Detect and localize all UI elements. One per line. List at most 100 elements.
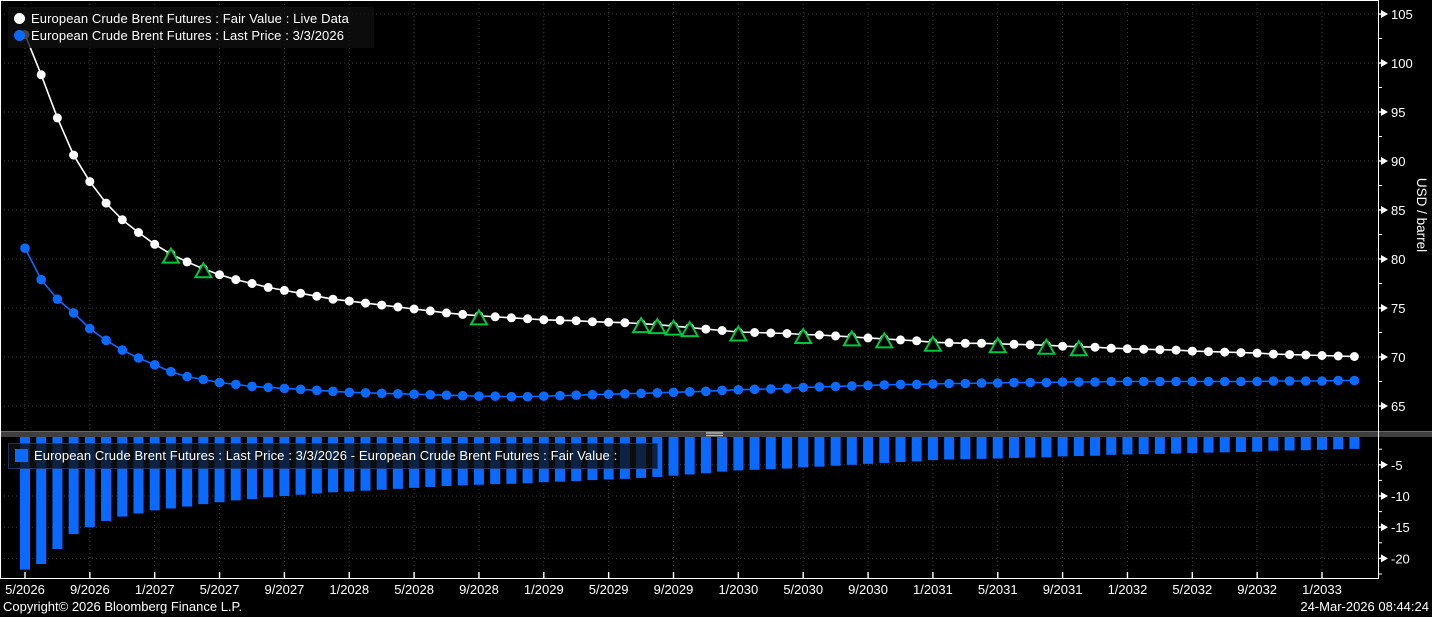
spread-bar[interactable] xyxy=(1236,437,1246,452)
fair-value-point[interactable] xyxy=(1204,347,1213,356)
spread-bar[interactable] xyxy=(1220,437,1230,452)
spread-panel-legend[interactable]: European Crude Brent Futures : Last Pric… xyxy=(8,443,658,469)
fair-value-point[interactable] xyxy=(1139,345,1148,354)
spread-bar[interactable] xyxy=(960,437,970,459)
fair-value-point[interactable] xyxy=(393,303,402,312)
last-price-point[interactable] xyxy=(1252,377,1262,387)
last-price-point[interactable] xyxy=(1188,377,1198,387)
last-price-point[interactable] xyxy=(426,390,436,400)
last-price-point[interactable] xyxy=(409,389,419,399)
last-price-point[interactable] xyxy=(1155,377,1165,387)
last-price-point[interactable] xyxy=(20,243,30,253)
spread-bar[interactable] xyxy=(1041,437,1051,457)
last-price-point[interactable] xyxy=(1025,378,1035,388)
last-price-point[interactable] xyxy=(490,391,500,401)
fair-value-point[interactable] xyxy=(1123,344,1132,353)
spread-bar[interactable] xyxy=(944,437,954,459)
fair-value-point[interactable] xyxy=(783,329,792,338)
spread-bar[interactable] xyxy=(750,437,760,470)
fair-value-point[interactable] xyxy=(426,306,435,315)
last-price-point[interactable] xyxy=(1058,377,1068,387)
fair-value-point[interactable] xyxy=(442,308,451,317)
spread-bar[interactable] xyxy=(1204,437,1214,453)
last-price-point[interactable] xyxy=(1301,376,1311,386)
fair-value-point[interactable] xyxy=(1350,352,1359,361)
fair-value-point[interactable] xyxy=(961,339,970,348)
spread-bar[interactable] xyxy=(1090,437,1100,456)
fair-value-point[interactable] xyxy=(312,292,321,301)
last-price-point[interactable] xyxy=(555,391,565,401)
fair-value-point[interactable] xyxy=(1107,344,1116,353)
fair-value-point[interactable] xyxy=(134,228,143,237)
fair-value-point[interactable] xyxy=(1010,340,1019,349)
fair-value-point[interactable] xyxy=(831,331,840,340)
spread-bar[interactable] xyxy=(782,437,792,469)
fair-value-point[interactable] xyxy=(864,333,873,342)
fair-value-point[interactable] xyxy=(183,257,192,266)
spread-bar[interactable] xyxy=(1106,437,1116,455)
spread-bar[interactable] xyxy=(1025,437,1035,458)
last-price-point[interactable] xyxy=(134,353,144,363)
fair-value-point[interactable] xyxy=(361,299,370,308)
fair-value-point[interactable] xyxy=(329,295,338,304)
fair-value-point[interactable] xyxy=(815,331,824,340)
fair-value-point[interactable] xyxy=(718,326,727,335)
last-price-point[interactable] xyxy=(296,385,306,395)
last-price-point[interactable] xyxy=(182,372,192,382)
main-chart-legend[interactable]: European Crude Brent Futures : Fair Valu… xyxy=(8,7,374,48)
fair-value-point[interactable] xyxy=(410,305,419,314)
last-price-point[interactable] xyxy=(734,385,744,395)
legend-row-fair-value[interactable]: European Crude Brent Futures : Fair Valu… xyxy=(14,10,366,27)
last-price-point[interactable] xyxy=(880,380,890,390)
fair-value-point[interactable] xyxy=(215,270,224,279)
last-price-point[interactable] xyxy=(993,378,1003,388)
last-price-point[interactable] xyxy=(571,390,581,400)
last-price-point[interactable] xyxy=(782,384,792,394)
last-price-point[interactable] xyxy=(231,380,241,390)
last-price-point[interactable] xyxy=(961,379,971,389)
last-price-point[interactable] xyxy=(101,336,111,346)
last-price-point[interactable] xyxy=(1139,377,1149,387)
fair-value-point[interactable] xyxy=(523,314,532,323)
fair-value-point[interactable] xyxy=(102,199,111,208)
spread-bar[interactable] xyxy=(879,437,889,463)
fair-value-point[interactable] xyxy=(620,318,629,327)
last-price-point[interactable] xyxy=(1204,377,1214,387)
last-price-point[interactable] xyxy=(588,390,598,400)
last-price-point[interactable] xyxy=(863,381,873,391)
spread-bar[interactable] xyxy=(1333,437,1343,449)
last-price-point[interactable] xyxy=(1350,376,1360,386)
last-price-point[interactable] xyxy=(701,387,711,397)
last-price-point[interactable] xyxy=(1009,378,1019,388)
fair-value-point[interactable] xyxy=(750,328,759,337)
fair-value-point[interactable] xyxy=(1285,350,1294,359)
fair-value-point[interactable] xyxy=(977,339,986,348)
fair-value-point[interactable] xyxy=(1301,351,1310,360)
last-price-point[interactable] xyxy=(1090,377,1100,387)
fair-value-point[interactable] xyxy=(69,151,78,160)
spread-bar[interactable] xyxy=(717,437,727,472)
last-price-point[interactable] xyxy=(1285,376,1295,386)
spread-bar[interactable] xyxy=(798,437,808,467)
spread-bar[interactable] xyxy=(1268,437,1278,451)
spread-bar[interactable] xyxy=(1187,437,1197,453)
last-price-point[interactable] xyxy=(523,392,533,402)
fair-value-point[interactable] xyxy=(85,177,94,186)
last-price-point[interactable] xyxy=(912,380,922,390)
spread-bar[interactable] xyxy=(1285,437,1295,450)
last-price-point[interactable] xyxy=(166,367,176,377)
last-price-point[interactable] xyxy=(928,379,938,389)
last-price-point[interactable] xyxy=(1074,377,1084,387)
spread-bar[interactable] xyxy=(1009,437,1019,458)
fair-value-point[interactable] xyxy=(248,279,257,288)
last-price-point[interactable] xyxy=(69,308,79,318)
last-price-point[interactable] xyxy=(636,389,646,399)
fair-value-point[interactable] xyxy=(296,289,305,298)
last-price-point[interactable] xyxy=(199,375,209,385)
fair-value-point[interactable] xyxy=(377,301,386,310)
fair-value-point[interactable] xyxy=(1269,350,1278,359)
spread-bar[interactable] xyxy=(928,437,938,460)
last-price-point[interactable] xyxy=(750,385,760,395)
last-price-point[interactable] xyxy=(1171,377,1181,387)
fair-value-point[interactable] xyxy=(1253,349,1262,358)
